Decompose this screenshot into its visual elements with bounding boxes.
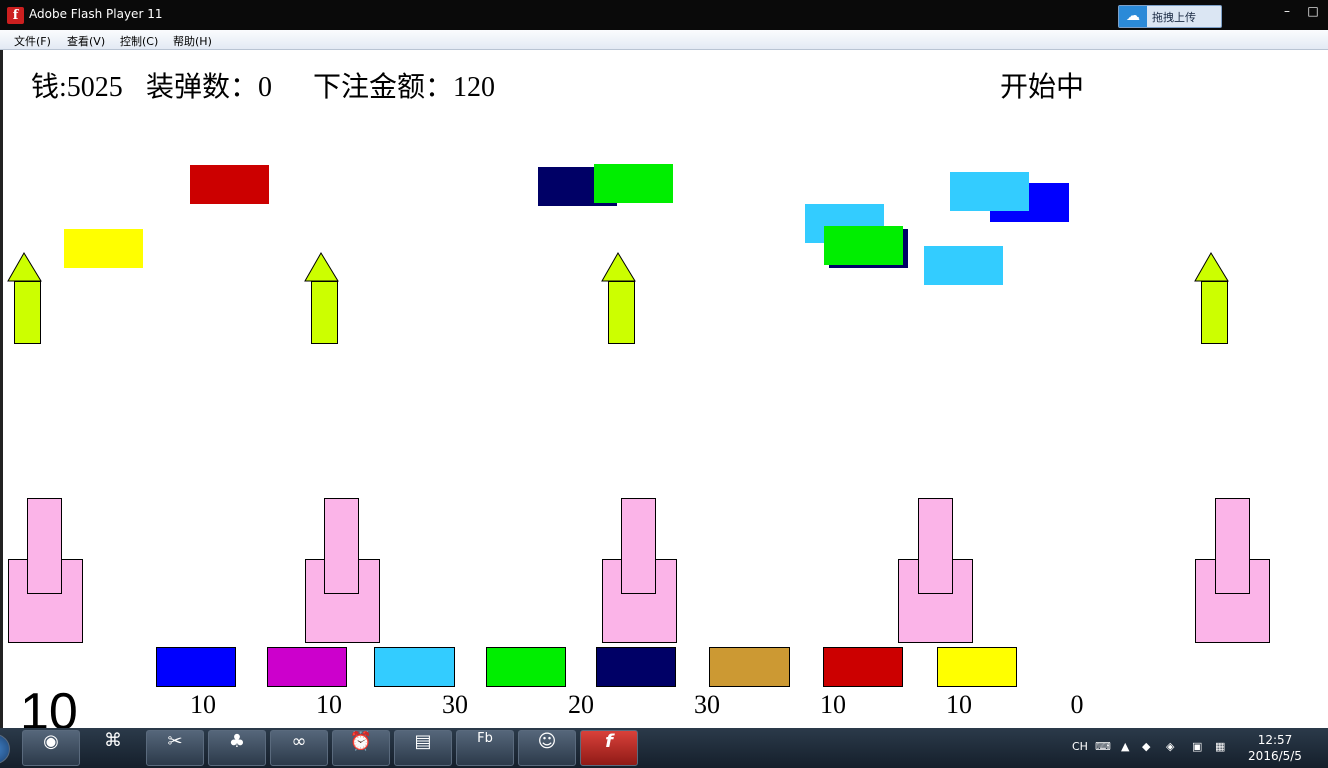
cannon-barrel[interactable]	[1215, 498, 1250, 594]
odds-label: 10	[316, 690, 342, 719]
bet-target-blue[interactable]	[156, 647, 236, 687]
flying-block[interactable]	[190, 165, 269, 204]
minimize-button[interactable]: –	[1276, 3, 1298, 19]
system-clock[interactable]: 12:57 2016/5/5	[1240, 732, 1310, 764]
upload-button-label: 拖拽上传	[1152, 11, 1196, 24]
money-display: 钱:5025	[31, 72, 123, 103]
menu-help[interactable]: 帮助(H)	[173, 33, 212, 49]
tray-monitor-icon[interactable]: ▣	[1192, 740, 1202, 753]
cannon-barrel[interactable]	[918, 498, 953, 594]
clock-time: 12:57	[1257, 733, 1293, 747]
bet-amount-display: 下注金额：120	[313, 72, 496, 103]
start-button[interactable]	[0, 734, 10, 764]
bet-target-red[interactable]	[823, 647, 903, 687]
qq-icon[interactable]: ☺	[518, 730, 576, 766]
bet-target-brown[interactable]	[709, 647, 790, 687]
network-icon[interactable]: ⌘	[84, 730, 142, 766]
game-stage[interactable]: 钱:5025 装弹数：0 下注金额：120 开始中 10 10 30 20 30…	[0, 50, 1328, 728]
odds-label: 10	[946, 690, 972, 719]
upload-button[interactable]: ☁ 拖拽上传	[1118, 5, 1222, 28]
bullet-tip	[601, 252, 636, 282]
bet-target-cyan[interactable]	[374, 647, 455, 687]
bet-target-navy[interactable]	[596, 647, 676, 687]
bullet-shaft	[311, 281, 338, 344]
language-indicator[interactable]: CH	[1072, 740, 1088, 753]
flying-block[interactable]	[924, 246, 1003, 285]
odds-label: 10	[820, 690, 846, 719]
odds-label: 30	[694, 690, 720, 719]
bet-target-yellow[interactable]	[937, 647, 1017, 687]
menu-bar: 文件(F) 查看(V) 控制(C) 帮助(H)	[0, 30, 1328, 50]
flying-block[interactable]	[950, 172, 1029, 211]
flash-player-icon[interactable]: f	[580, 730, 638, 766]
stage-left-edge	[0, 50, 3, 728]
bet-target-green[interactable]	[486, 647, 566, 687]
visual-studio-icon[interactable]: ∞	[270, 730, 328, 766]
bullet-shaft	[1201, 281, 1228, 344]
bullet-shaft	[608, 281, 635, 344]
alarm-icon[interactable]: ⏰	[332, 730, 390, 766]
maximize-button[interactable]: □	[1302, 3, 1324, 19]
flying-block[interactable]	[824, 226, 903, 265]
menu-view[interactable]: 查看(V)	[67, 33, 105, 49]
bullet-count-display: 装弹数：0	[146, 72, 273, 103]
clock-date: 2016/5/5	[1248, 749, 1302, 763]
tray-expand-icon[interactable]: ▲	[1121, 740, 1129, 753]
cannon-barrel[interactable]	[621, 498, 656, 594]
bullet-tip	[1194, 252, 1229, 282]
cloud-upload-icon: ☁	[1119, 6, 1147, 27]
tray-network-icon[interactable]: ◈	[1166, 740, 1174, 753]
cannon-barrel[interactable]	[324, 498, 359, 594]
bet-target-magenta[interactable]	[267, 647, 347, 687]
window-title: Adobe Flash Player 11	[29, 7, 163, 21]
tray-notification-icon[interactable]: ▦	[1215, 740, 1225, 753]
cannon-barrel[interactable]	[27, 498, 62, 594]
bullet-tip	[304, 252, 339, 282]
clover-icon[interactable]: ♣	[208, 730, 266, 766]
odds-label: 30	[442, 690, 468, 719]
game-status: 开始中	[1000, 72, 1085, 103]
flying-block[interactable]	[594, 164, 673, 203]
odds-label: 10	[190, 690, 216, 719]
chrome-icon[interactable]: ◉	[22, 730, 80, 766]
taskbar: ◉ ⌘ ✂ ♣ ∞ ⏰ ▤ Fb ☺ f CH ⌨ ▲ ◆ ◈ ▣ ▦ 12:5…	[0, 728, 1328, 768]
menu-file[interactable]: 文件(F)	[14, 33, 51, 49]
scissors-icon[interactable]: ✂	[146, 730, 204, 766]
menu-control[interactable]: 控制(C)	[120, 33, 158, 49]
flash-app-icon: f	[7, 7, 24, 24]
keyboard-icon[interactable]: ⌨	[1095, 740, 1111, 753]
odds-label: 20	[568, 690, 594, 719]
bullet-shaft	[14, 281, 41, 344]
countdown-timer: 10	[20, 686, 78, 728]
window-titlebar: f Adobe Flash Player 11 ☁ 拖拽上传 – □	[0, 0, 1328, 30]
tray-app-icon[interactable]: ◆	[1142, 740, 1150, 753]
bullet-tip	[7, 252, 42, 282]
odds-label: 0	[1070, 690, 1084, 719]
flying-block[interactable]	[64, 229, 143, 268]
notes-icon[interactable]: ▤	[394, 730, 452, 766]
flash-builder-icon[interactable]: Fb	[456, 730, 514, 766]
